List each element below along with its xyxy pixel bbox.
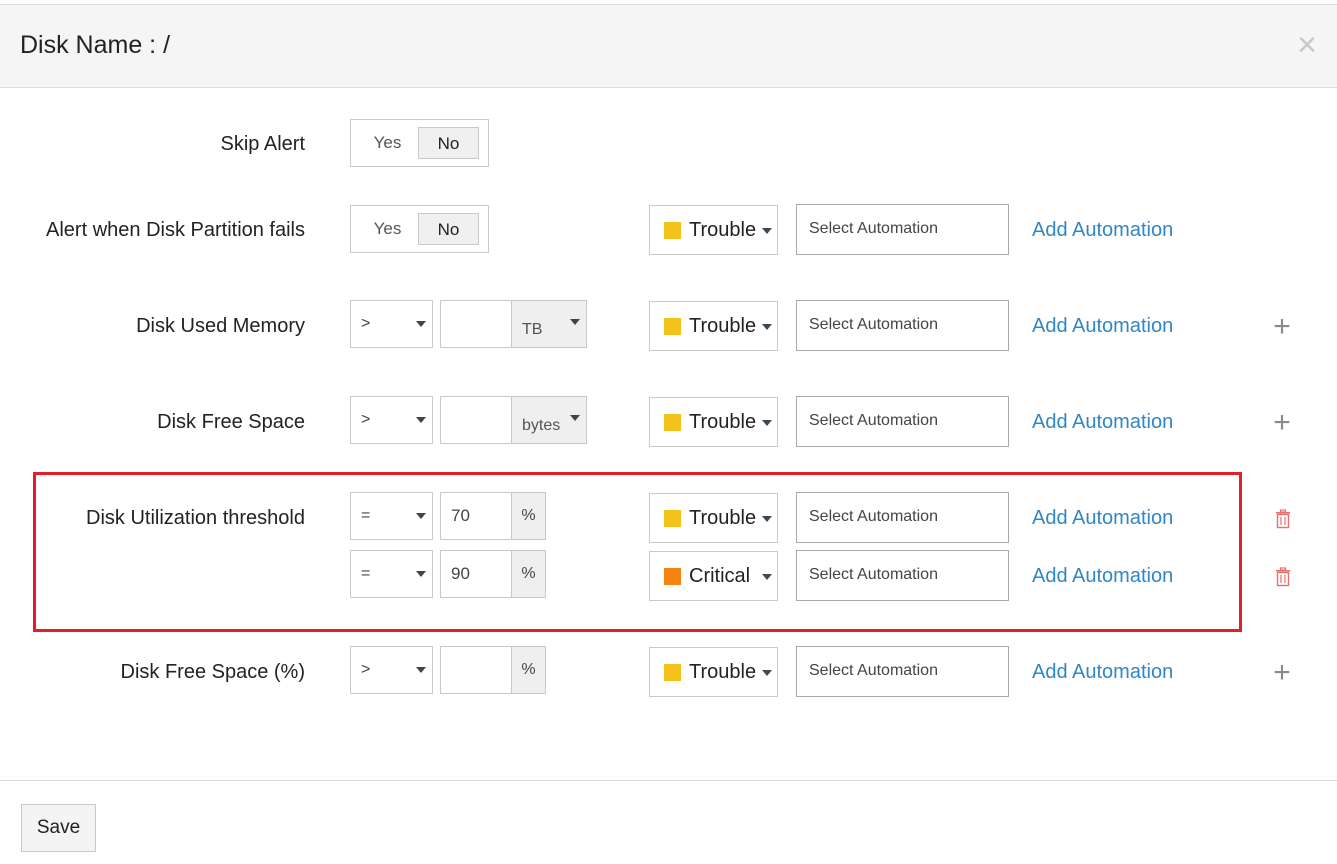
highlight-box — [33, 472, 1242, 632]
toggle-yes[interactable]: Yes — [357, 127, 418, 159]
caret-down-icon — [762, 574, 772, 580]
trash-icon[interactable] — [1274, 567, 1292, 587]
close-icon[interactable]: × — [1293, 28, 1321, 62]
trouble-color-square — [664, 318, 681, 335]
add-automation-link[interactable]: Add Automation — [1032, 219, 1173, 242]
severity-text: Trouble — [689, 315, 757, 337]
skip-alert-label: Skip Alert — [220, 133, 305, 155]
add-threshold-icon[interactable]: + — [1270, 312, 1294, 342]
partition-fails-toggle[interactable]: Yes No — [350, 205, 489, 253]
operator-value: > — [361, 315, 371, 332]
trouble-color-square — [664, 222, 681, 239]
caret-down-icon — [762, 420, 772, 426]
severity-select[interactable]: Critical — [649, 551, 778, 601]
value-input[interactable]: bytes — [440, 396, 587, 444]
severity-text: Critical — [689, 565, 751, 587]
add-automation-link[interactable]: Add Automation — [1032, 507, 1173, 530]
toggle-no[interactable]: No — [418, 127, 479, 159]
unit-value: TB — [522, 321, 543, 338]
free-space-pct-label: Disk Free Space (%) — [120, 661, 306, 683]
caret-down-icon — [416, 571, 426, 577]
trouble-color-square — [664, 664, 681, 681]
operator-select[interactable]: > — [350, 396, 433, 444]
severity-text: Trouble — [689, 507, 757, 529]
select-automation-input[interactable]: Select Automation — [796, 550, 1009, 601]
partition-fails-label: Alert when Disk Partition fails — [46, 219, 305, 241]
unit-label: % — [511, 551, 545, 597]
critical-color-square — [664, 568, 681, 585]
operator-select[interactable]: > — [350, 646, 433, 694]
severity-text: Trouble — [689, 219, 757, 241]
select-automation-input[interactable]: Select Automation — [796, 204, 1009, 255]
threshold-value: 70 — [451, 506, 470, 525]
dialog-header: Disk Name : / × — [0, 4, 1337, 88]
free-space-label: Disk Free Space — [157, 411, 305, 433]
value-input[interactable]: % — [440, 646, 546, 694]
caret-down-icon — [762, 670, 772, 676]
severity-select[interactable]: Trouble — [649, 205, 778, 255]
add-automation-link[interactable]: Add Automation — [1032, 315, 1173, 338]
caret-down-icon — [570, 319, 580, 325]
select-automation-input[interactable]: Select Automation — [796, 300, 1009, 351]
unit-label: % — [511, 647, 545, 693]
add-automation-link[interactable]: Add Automation — [1032, 565, 1173, 588]
add-automation-link[interactable]: Add Automation — [1032, 661, 1173, 684]
severity-text: Trouble — [689, 411, 757, 433]
dialog-title: Disk Name : / — [20, 31, 171, 59]
trouble-color-square — [664, 414, 681, 431]
used-memory-label: Disk Used Memory — [136, 315, 305, 337]
severity-select[interactable]: Trouble — [649, 493, 778, 543]
trash-icon[interactable] — [1274, 509, 1292, 529]
toggle-yes[interactable]: Yes — [357, 213, 418, 245]
utilization-label: Disk Utilization threshold — [86, 507, 305, 529]
unit-select[interactable]: TB — [511, 301, 586, 347]
save-button[interactable]: Save — [21, 804, 96, 852]
operator-select[interactable]: = — [350, 550, 433, 598]
caret-down-icon — [416, 513, 426, 519]
caret-down-icon — [762, 228, 772, 234]
unit-select[interactable]: bytes — [511, 397, 586, 443]
caret-down-icon — [416, 417, 426, 423]
value-input[interactable]: 90 % — [440, 550, 546, 598]
footer-divider — [0, 780, 1337, 781]
severity-select[interactable]: Trouble — [649, 301, 778, 351]
caret-down-icon — [416, 321, 426, 327]
add-threshold-icon[interactable]: + — [1270, 658, 1294, 688]
operator-value: = — [361, 565, 371, 582]
add-automation-link[interactable]: Add Automation — [1032, 411, 1173, 434]
unit-value: bytes — [522, 417, 561, 434]
select-automation-input[interactable]: Select Automation — [796, 646, 1009, 697]
operator-select[interactable]: = — [350, 492, 433, 540]
operator-value: = — [361, 507, 371, 524]
value-input[interactable]: 70 % — [440, 492, 546, 540]
threshold-value: 90 — [451, 564, 470, 583]
select-automation-input[interactable]: Select Automation — [796, 396, 1009, 447]
skip-alert-toggle[interactable]: Yes No — [350, 119, 489, 167]
trouble-color-square — [664, 510, 681, 527]
caret-down-icon — [762, 516, 772, 522]
caret-down-icon — [570, 415, 580, 421]
toggle-no[interactable]: No — [418, 213, 479, 245]
operator-value: > — [361, 661, 371, 678]
severity-select[interactable]: Trouble — [649, 397, 778, 447]
severity-select[interactable]: Trouble — [649, 647, 778, 697]
severity-text: Trouble — [689, 661, 757, 683]
unit-label: % — [511, 493, 545, 539]
caret-down-icon — [416, 667, 426, 673]
caret-down-icon — [762, 324, 772, 330]
operator-select[interactable]: > — [350, 300, 433, 348]
add-threshold-icon[interactable]: + — [1270, 408, 1294, 438]
select-automation-input[interactable]: Select Automation — [796, 492, 1009, 543]
operator-value: > — [361, 411, 371, 428]
value-input[interactable]: TB — [440, 300, 587, 348]
